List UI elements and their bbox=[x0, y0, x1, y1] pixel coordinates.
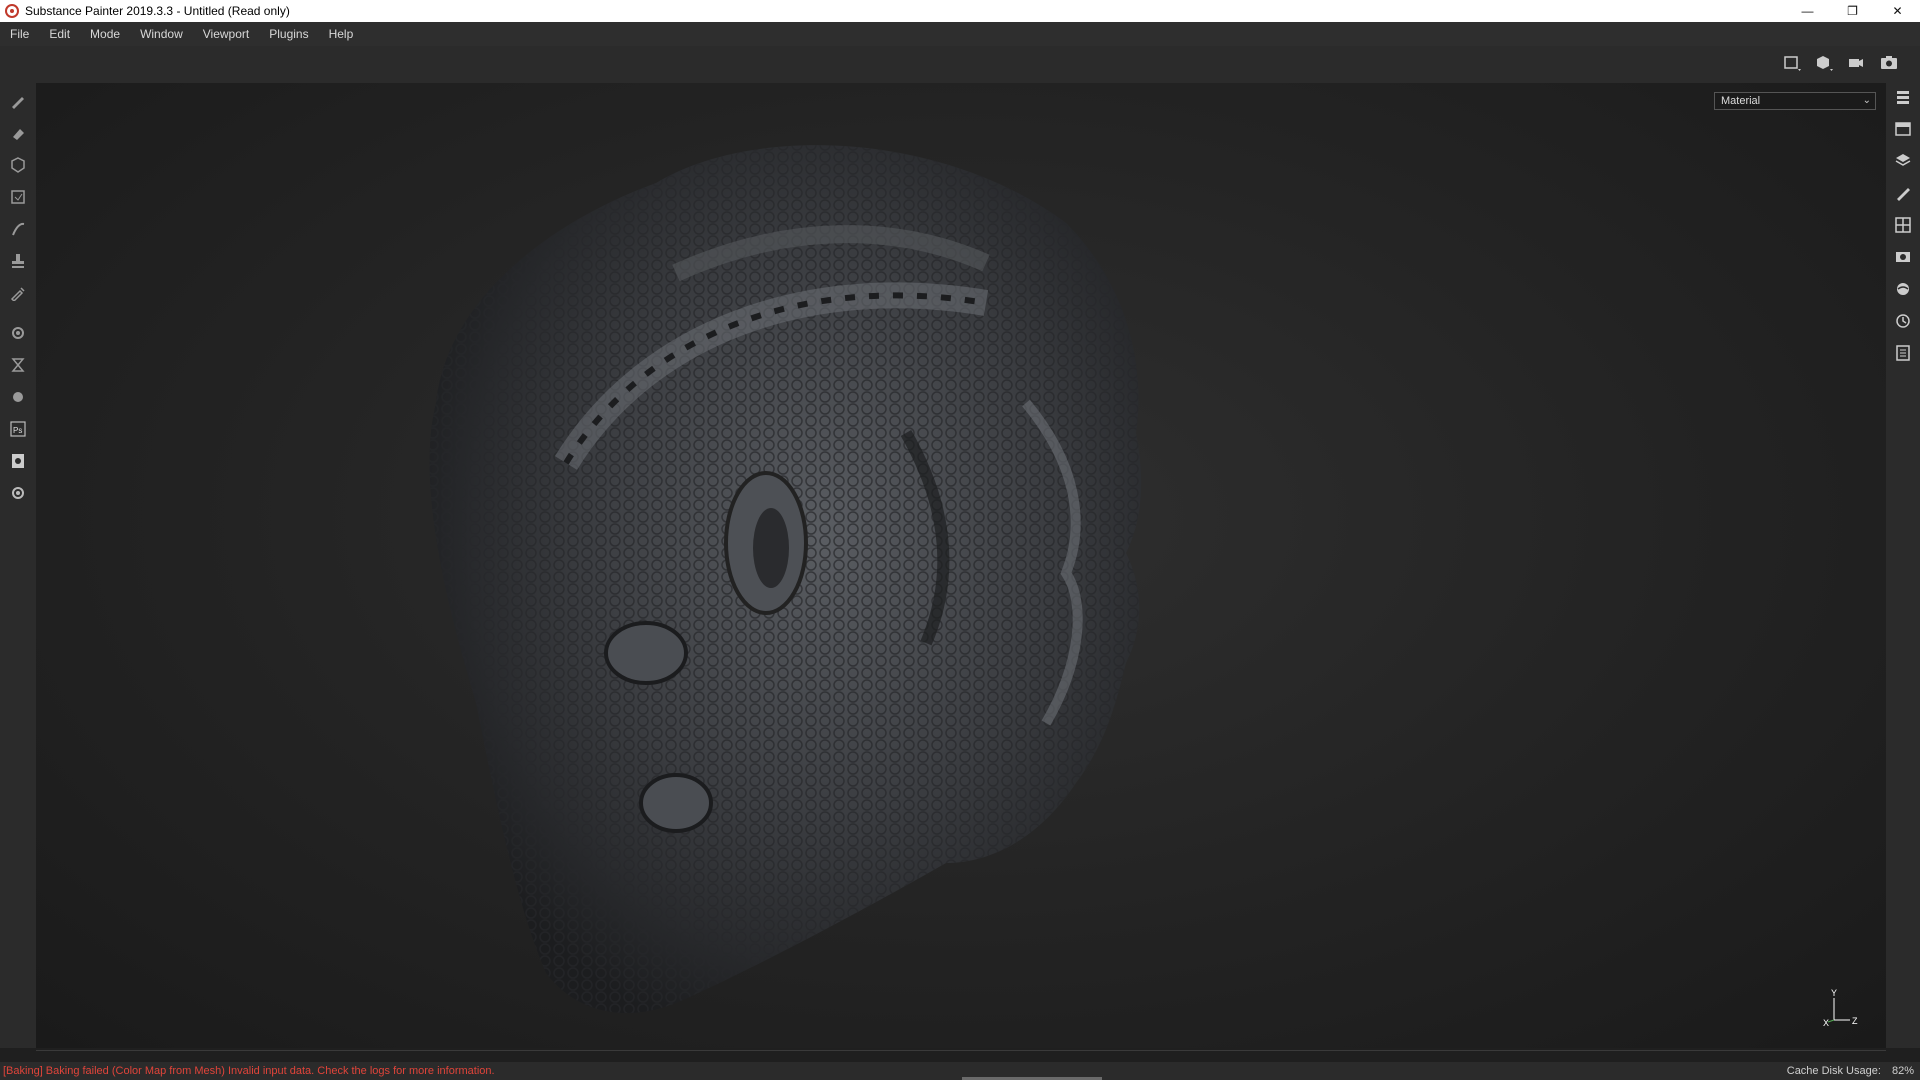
substance-painter-logo-icon bbox=[5, 4, 19, 18]
clone-stamp-icon[interactable] bbox=[8, 251, 28, 271]
3d-head-model bbox=[426, 103, 1186, 1048]
menu-mode[interactable]: Mode bbox=[80, 27, 130, 41]
log-icon[interactable] bbox=[1893, 343, 1913, 363]
display-mode-dropdown[interactable]: Material ⌄ bbox=[1714, 92, 1876, 110]
left-toolbar: Ps bbox=[0, 83, 36, 1048]
menu-file[interactable]: File bbox=[0, 27, 39, 41]
viewport-3d-icon[interactable] bbox=[1814, 52, 1836, 74]
axis-gizmo: Y X Z bbox=[1820, 988, 1860, 1028]
layers-panel-icon[interactable] bbox=[1893, 87, 1913, 107]
projection-icon[interactable] bbox=[8, 155, 28, 175]
svg-text:Ps: Ps bbox=[13, 426, 22, 435]
texture-set-list-icon[interactable] bbox=[1893, 119, 1913, 139]
title-bar: Substance Painter 2019.3.3 - Untitled (R… bbox=[0, 0, 1920, 22]
axis-z-label: Z bbox=[1852, 1016, 1858, 1026]
camera-icon[interactable] bbox=[1846, 52, 1868, 74]
minimize-button[interactable]: — bbox=[1785, 0, 1830, 22]
axis-y-label: Y bbox=[1831, 988, 1837, 998]
hourglass-icon[interactable] bbox=[8, 355, 28, 375]
window-title: Substance Painter 2019.3.3 - Untitled (R… bbox=[25, 4, 290, 18]
settings-icon[interactable] bbox=[8, 483, 28, 503]
export-icon[interactable] bbox=[8, 451, 28, 471]
right-toolbar bbox=[1886, 83, 1920, 1048]
menu-viewport[interactable]: Viewport bbox=[193, 27, 259, 41]
history-icon[interactable] bbox=[1893, 311, 1913, 331]
uv-display-icon[interactable] bbox=[1893, 215, 1913, 235]
restore-button[interactable]: ❐ bbox=[1830, 0, 1875, 22]
brush-properties-icon[interactable] bbox=[1893, 183, 1913, 203]
status-bar: [Baking] Baking failed (Color Map from M… bbox=[0, 1062, 1920, 1080]
menu-window[interactable]: Window bbox=[130, 27, 193, 41]
axis-x-label: X bbox=[1823, 1018, 1829, 1028]
photoshop-icon[interactable]: Ps bbox=[8, 419, 28, 439]
cache-label: Cache Disk Usage: bbox=[1786, 1065, 1881, 1077]
3d-viewport[interactable]: Material ⌄ Y X Z bbox=[36, 83, 1886, 1048]
smudge-icon[interactable] bbox=[8, 219, 28, 239]
eraser-icon[interactable] bbox=[8, 123, 28, 143]
camera-display-icon[interactable] bbox=[1893, 247, 1913, 267]
top-toolbar bbox=[0, 46, 1920, 83]
display-mode-value: Material bbox=[1721, 95, 1761, 107]
chevron-down-icon: ⌄ bbox=[1862, 95, 1871, 106]
screenshot-icon[interactable] bbox=[1878, 52, 1900, 74]
menu-help[interactable]: Help bbox=[319, 27, 364, 41]
polygon-fill-icon[interactable] bbox=[8, 187, 28, 207]
menu-edit[interactable]: Edit bbox=[39, 27, 80, 41]
paint-brush-icon[interactable] bbox=[8, 91, 28, 111]
cache-value: 82% bbox=[1891, 1065, 1914, 1077]
viewport-divider bbox=[36, 1050, 1886, 1051]
layer-stack-icon[interactable] bbox=[1893, 151, 1913, 171]
cache-disk-usage: Cache Disk Usage: 82% bbox=[1787, 1065, 1914, 1077]
status-error-message[interactable]: [Baking] Baking failed (Color Map from M… bbox=[3, 1065, 495, 1077]
mesh-icon[interactable] bbox=[8, 387, 28, 407]
color-picker-icon[interactable] bbox=[8, 283, 28, 303]
viewport-2d-icon[interactable] bbox=[1782, 52, 1804, 74]
menu-plugins[interactable]: Plugins bbox=[259, 27, 318, 41]
close-button[interactable]: ✕ bbox=[1875, 0, 1920, 22]
bake-settings-icon[interactable] bbox=[8, 323, 28, 343]
menu-bar: File Edit Mode Window Viewport Plugins H… bbox=[0, 22, 1920, 46]
environment-icon[interactable] bbox=[1893, 279, 1913, 299]
